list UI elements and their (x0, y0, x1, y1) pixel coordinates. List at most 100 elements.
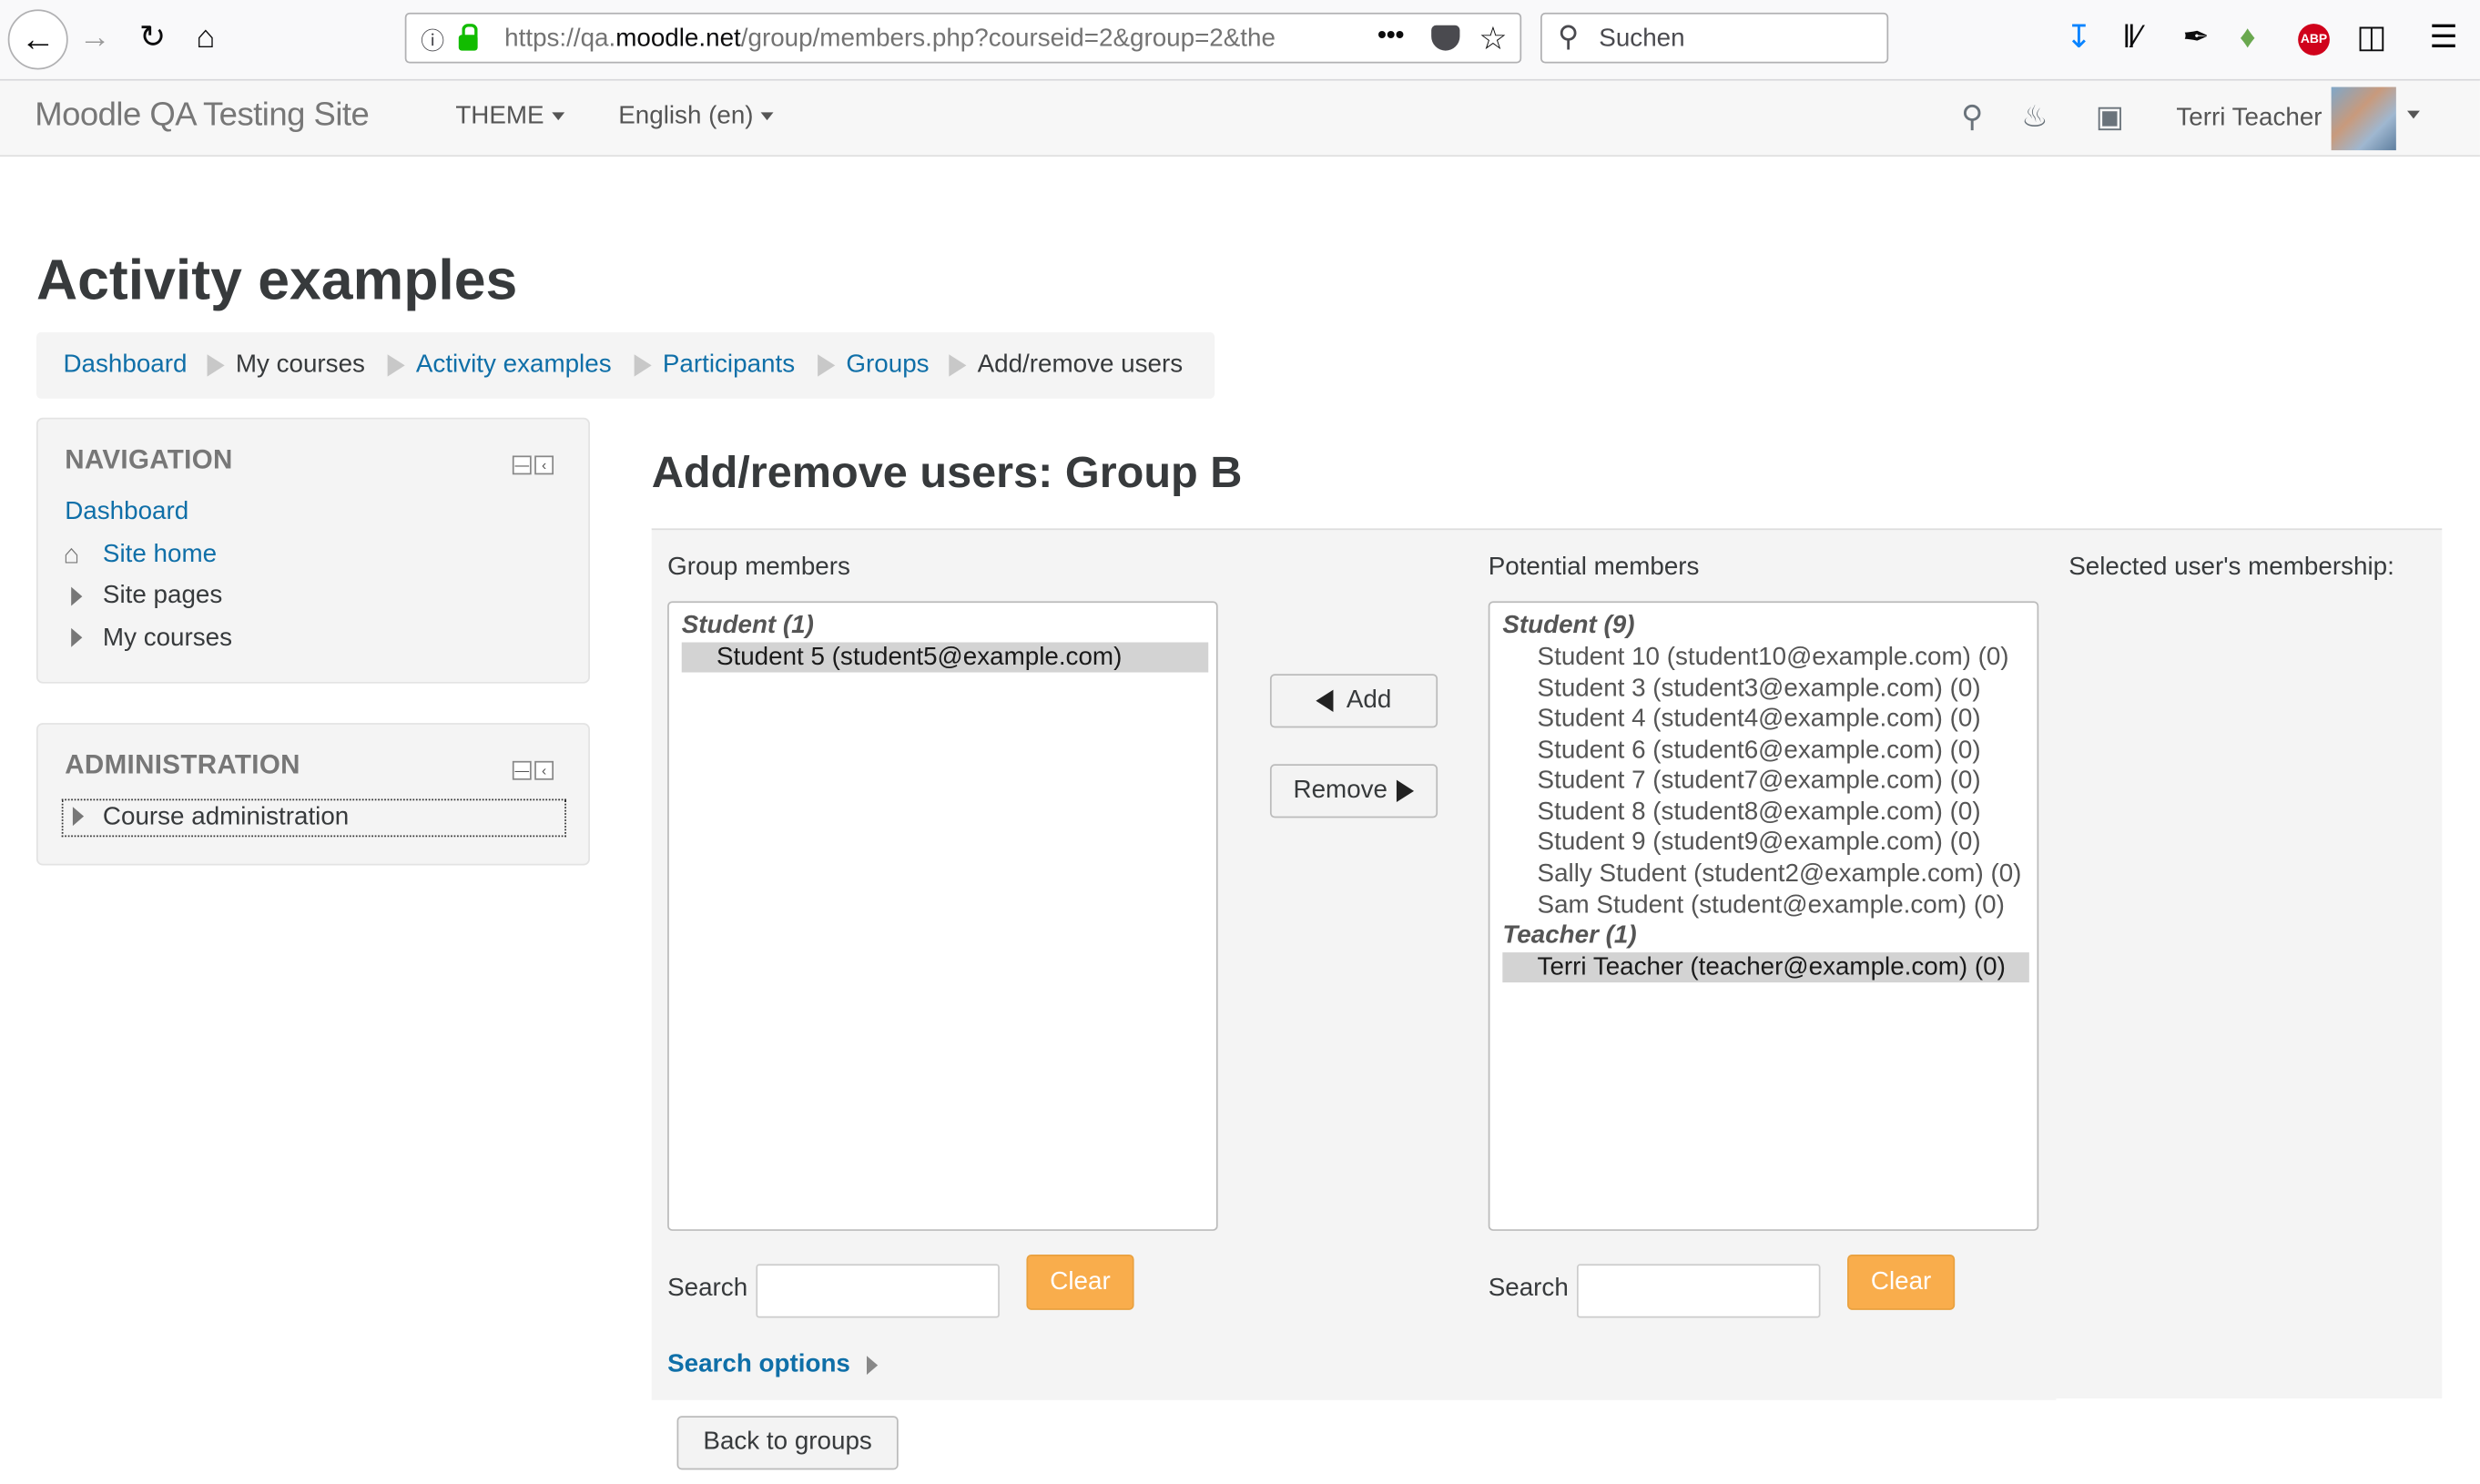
course-administration-label: Course administration (102, 803, 350, 831)
add-button-label: Add (1346, 686, 1392, 714)
info-icon[interactable]: ⓘ (421, 24, 444, 56)
extension-icon[interactable]: ♦ (2240, 19, 2256, 57)
hamburger-menu-icon[interactable]: ☰ (2429, 19, 2457, 57)
add-button[interactable]: Add (1269, 674, 1438, 728)
avatar[interactable] (2331, 86, 2396, 151)
breadcrumb-separator-icon (949, 354, 967, 377)
home-icon: ⌂ (63, 539, 80, 570)
course-administration-item[interactable]: Course administration (61, 798, 566, 838)
optgroup-label: Student (1) (681, 612, 814, 640)
group-members-select[interactable]: Student (1) Student 5 (student5@example.… (667, 601, 1218, 1231)
block-controls: — ‹ (509, 755, 563, 780)
dock-block-icon[interactable]: ‹ (534, 455, 554, 475)
list-item[interactable]: Student 5 (student5@example.com) (681, 642, 1209, 673)
url-text[interactable]: https://qa.moodle.net/group/members.php?… (504, 25, 1326, 54)
collapse-block-icon[interactable]: — (512, 455, 532, 475)
page-title: Activity examples (36, 247, 518, 312)
potential-members-label: Potential members (1488, 554, 1700, 581)
administration-block: ADMINISTRATION — ‹ Course administration (36, 723, 590, 866)
chevron-down-icon (552, 112, 565, 121)
breadcrumb-activity-examples[interactable]: Activity examples (416, 351, 612, 380)
list-item[interactable]: Student 7 (student7@example.com) (0) (1502, 766, 1981, 796)
page-actions-icon[interactable]: ••• (1377, 22, 1404, 50)
eyedropper-icon[interactable]: ✒ (2182, 19, 2209, 57)
language-menu[interactable]: English (en) (618, 103, 775, 131)
nav-item-site-pages[interactable]: Site pages (103, 582, 222, 610)
page-background (2056, 1398, 2480, 1484)
list-item[interactable]: Student 8 (student8@example.com) (0) (1502, 798, 1981, 828)
nav-item-my-courses[interactable]: My courses (103, 625, 232, 653)
search-icon[interactable]: ⚲ (1961, 99, 1983, 136)
user-menu-name[interactable]: Terri Teacher (2176, 105, 2322, 133)
bell-icon[interactable]: ♨ (2021, 99, 2048, 136)
breadcrumb-separator-icon (207, 354, 225, 377)
nav-item-dashboard[interactable]: Dashboard (65, 498, 188, 526)
breadcrumb-dashboard[interactable]: Dashboard (63, 351, 187, 380)
search-options-toggle[interactable]: Search options (667, 1350, 879, 1379)
collapse-block-icon[interactable]: — (512, 760, 532, 780)
bookmark-star-icon[interactable]: ☆ (1479, 19, 1507, 58)
breadcrumb-separator-icon (387, 354, 405, 377)
group-heading: Add/remove users: Group B (651, 447, 1243, 497)
optgroup-label: Teacher (1) (1502, 922, 1637, 950)
dock-block-icon[interactable]: ‹ (534, 760, 554, 780)
list-item[interactable]: Student 3 (student3@example.com) (0) (1502, 674, 1981, 704)
breadcrumb-separator-icon (634, 354, 652, 377)
lock-shackle-icon (462, 24, 478, 38)
navigation-block: NAVIGATION — ‹ Dashboard ⌂ Site home Site… (36, 417, 590, 684)
back-to-groups-button[interactable]: Back to groups (676, 1416, 899, 1470)
breadcrumb-separator-icon (818, 354, 836, 377)
list-item[interactable]: Terri Teacher (teacher@example.com) (0) (1502, 952, 2029, 983)
list-item[interactable]: Sam Student (student@example.com) (0) (1502, 890, 2005, 920)
member-selector-form: Group members Potential members Selected… (651, 528, 2443, 1400)
list-item[interactable]: Student 6 (student6@example.com) (0) (1502, 736, 1981, 766)
potential-members-search-input[interactable] (1576, 1264, 1821, 1318)
url-bar[interactable]: ⓘ https://qa.moodle.net/group/members.ph… (404, 12, 1522, 64)
search-icon: ⚲ (1558, 20, 1580, 53)
chevron-down-icon (761, 112, 775, 121)
back-arrow-icon[interactable]: ← (7, 9, 68, 70)
reload-icon[interactable]: ↻ (139, 19, 166, 57)
potential-members-clear-button[interactable]: Clear (1847, 1254, 1956, 1310)
list-item[interactable]: Sally Student (student2@example.com) (0) (1502, 859, 2022, 889)
remove-button[interactable]: Remove (1269, 764, 1438, 818)
list-item[interactable]: Student 10 (student10@example.com) (0) (1502, 643, 2009, 673)
group-members-label: Group members (667, 554, 850, 581)
browser-search-input[interactable]: ⚲ Suchen (1540, 12, 1889, 64)
breadcrumb-participants[interactable]: Participants (663, 351, 795, 380)
group-members-search-input[interactable] (756, 1264, 1000, 1318)
list-item[interactable]: Student 4 (student4@example.com) (0) (1502, 704, 1981, 734)
group-members-clear-button[interactable]: Clear (1026, 1254, 1134, 1310)
library-icon[interactable]: ‖⁄ (2122, 19, 2140, 57)
membership-label: Selected user's membership: (2068, 554, 2394, 581)
chevron-down-icon[interactable] (2407, 110, 2420, 119)
pocket-icon[interactable] (1431, 25, 1460, 51)
expand-triangle-icon[interactable] (71, 586, 83, 606)
expand-triangle-icon (866, 1356, 879, 1376)
theme-menu[interactable]: THEME (455, 103, 565, 131)
forward-arrow-icon[interactable]: → (79, 19, 111, 57)
breadcrumb: Dashboard My courses Activity examples P… (36, 331, 1215, 399)
breadcrumb-groups[interactable]: Groups (846, 351, 929, 380)
block-controls: — ‹ (509, 450, 563, 475)
adblock-icon[interactable]: ABP (2298, 24, 2330, 56)
navigation-block-title: NAVIGATION (65, 444, 233, 475)
search-placeholder: Suchen (1599, 25, 1685, 53)
potential-members-select[interactable]: Student (9) Student 10 (student10@exampl… (1488, 601, 2039, 1231)
group-members-search-label: Search (667, 1275, 748, 1303)
remove-button-label: Remove (1293, 777, 1388, 804)
administration-block-title: ADMINISTRATION (65, 749, 300, 780)
search-options-label: Search options (667, 1350, 850, 1378)
list-item[interactable]: Student 9 (student9@example.com) (0) (1502, 828, 1981, 858)
breadcrumb-current: Add/remove users (977, 351, 1184, 379)
site-name[interactable]: Moodle QA Testing Site (35, 97, 370, 135)
message-icon[interactable]: ▣ (2096, 99, 2124, 136)
expand-triangle-icon[interactable] (72, 807, 85, 827)
nav-item-site-home[interactable]: Site home (103, 541, 217, 569)
home-icon[interactable]: ⌂ (196, 19, 215, 57)
sidebar-icon[interactable]: ◫ (2356, 19, 2386, 57)
download-icon[interactable]: ↧ (2066, 19, 2092, 57)
breadcrumb-my-courses: My courses (235, 351, 365, 379)
potential-members-search-label: Search (1488, 1275, 1569, 1303)
expand-triangle-icon[interactable] (71, 627, 83, 647)
